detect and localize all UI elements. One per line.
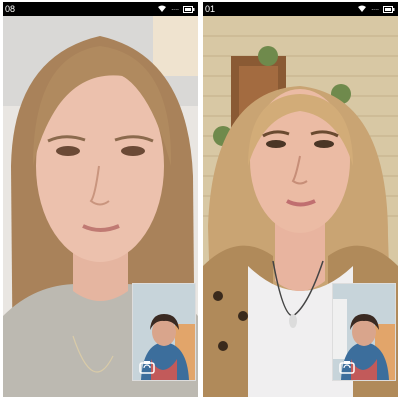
wifi-icon xyxy=(158,5,167,12)
self-view-pip[interactable] xyxy=(332,283,396,381)
status-icons: .... xyxy=(157,2,195,16)
status-bar: 08 .... xyxy=(3,2,198,16)
status-icons: .... xyxy=(357,2,395,16)
battery-icon xyxy=(183,5,195,13)
switch-camera-button[interactable] xyxy=(339,359,355,375)
status-bar: 01 .... xyxy=(203,2,398,16)
video-call-screen-left: 08 .... xyxy=(3,2,198,397)
wifi-icon xyxy=(358,5,367,12)
battery-icon xyxy=(383,5,395,13)
switch-camera-button[interactable] xyxy=(139,359,155,375)
signal-dots: .... xyxy=(171,5,179,12)
camera-switch-icon xyxy=(339,361,355,374)
camera-switch-icon xyxy=(139,361,155,374)
status-time: 01 xyxy=(205,4,216,14)
status-time: 08 xyxy=(5,4,16,14)
video-call-screen-right: 01 .... xyxy=(203,2,398,397)
signal-dots: .... xyxy=(371,5,379,12)
self-view-pip[interactable] xyxy=(132,283,196,381)
